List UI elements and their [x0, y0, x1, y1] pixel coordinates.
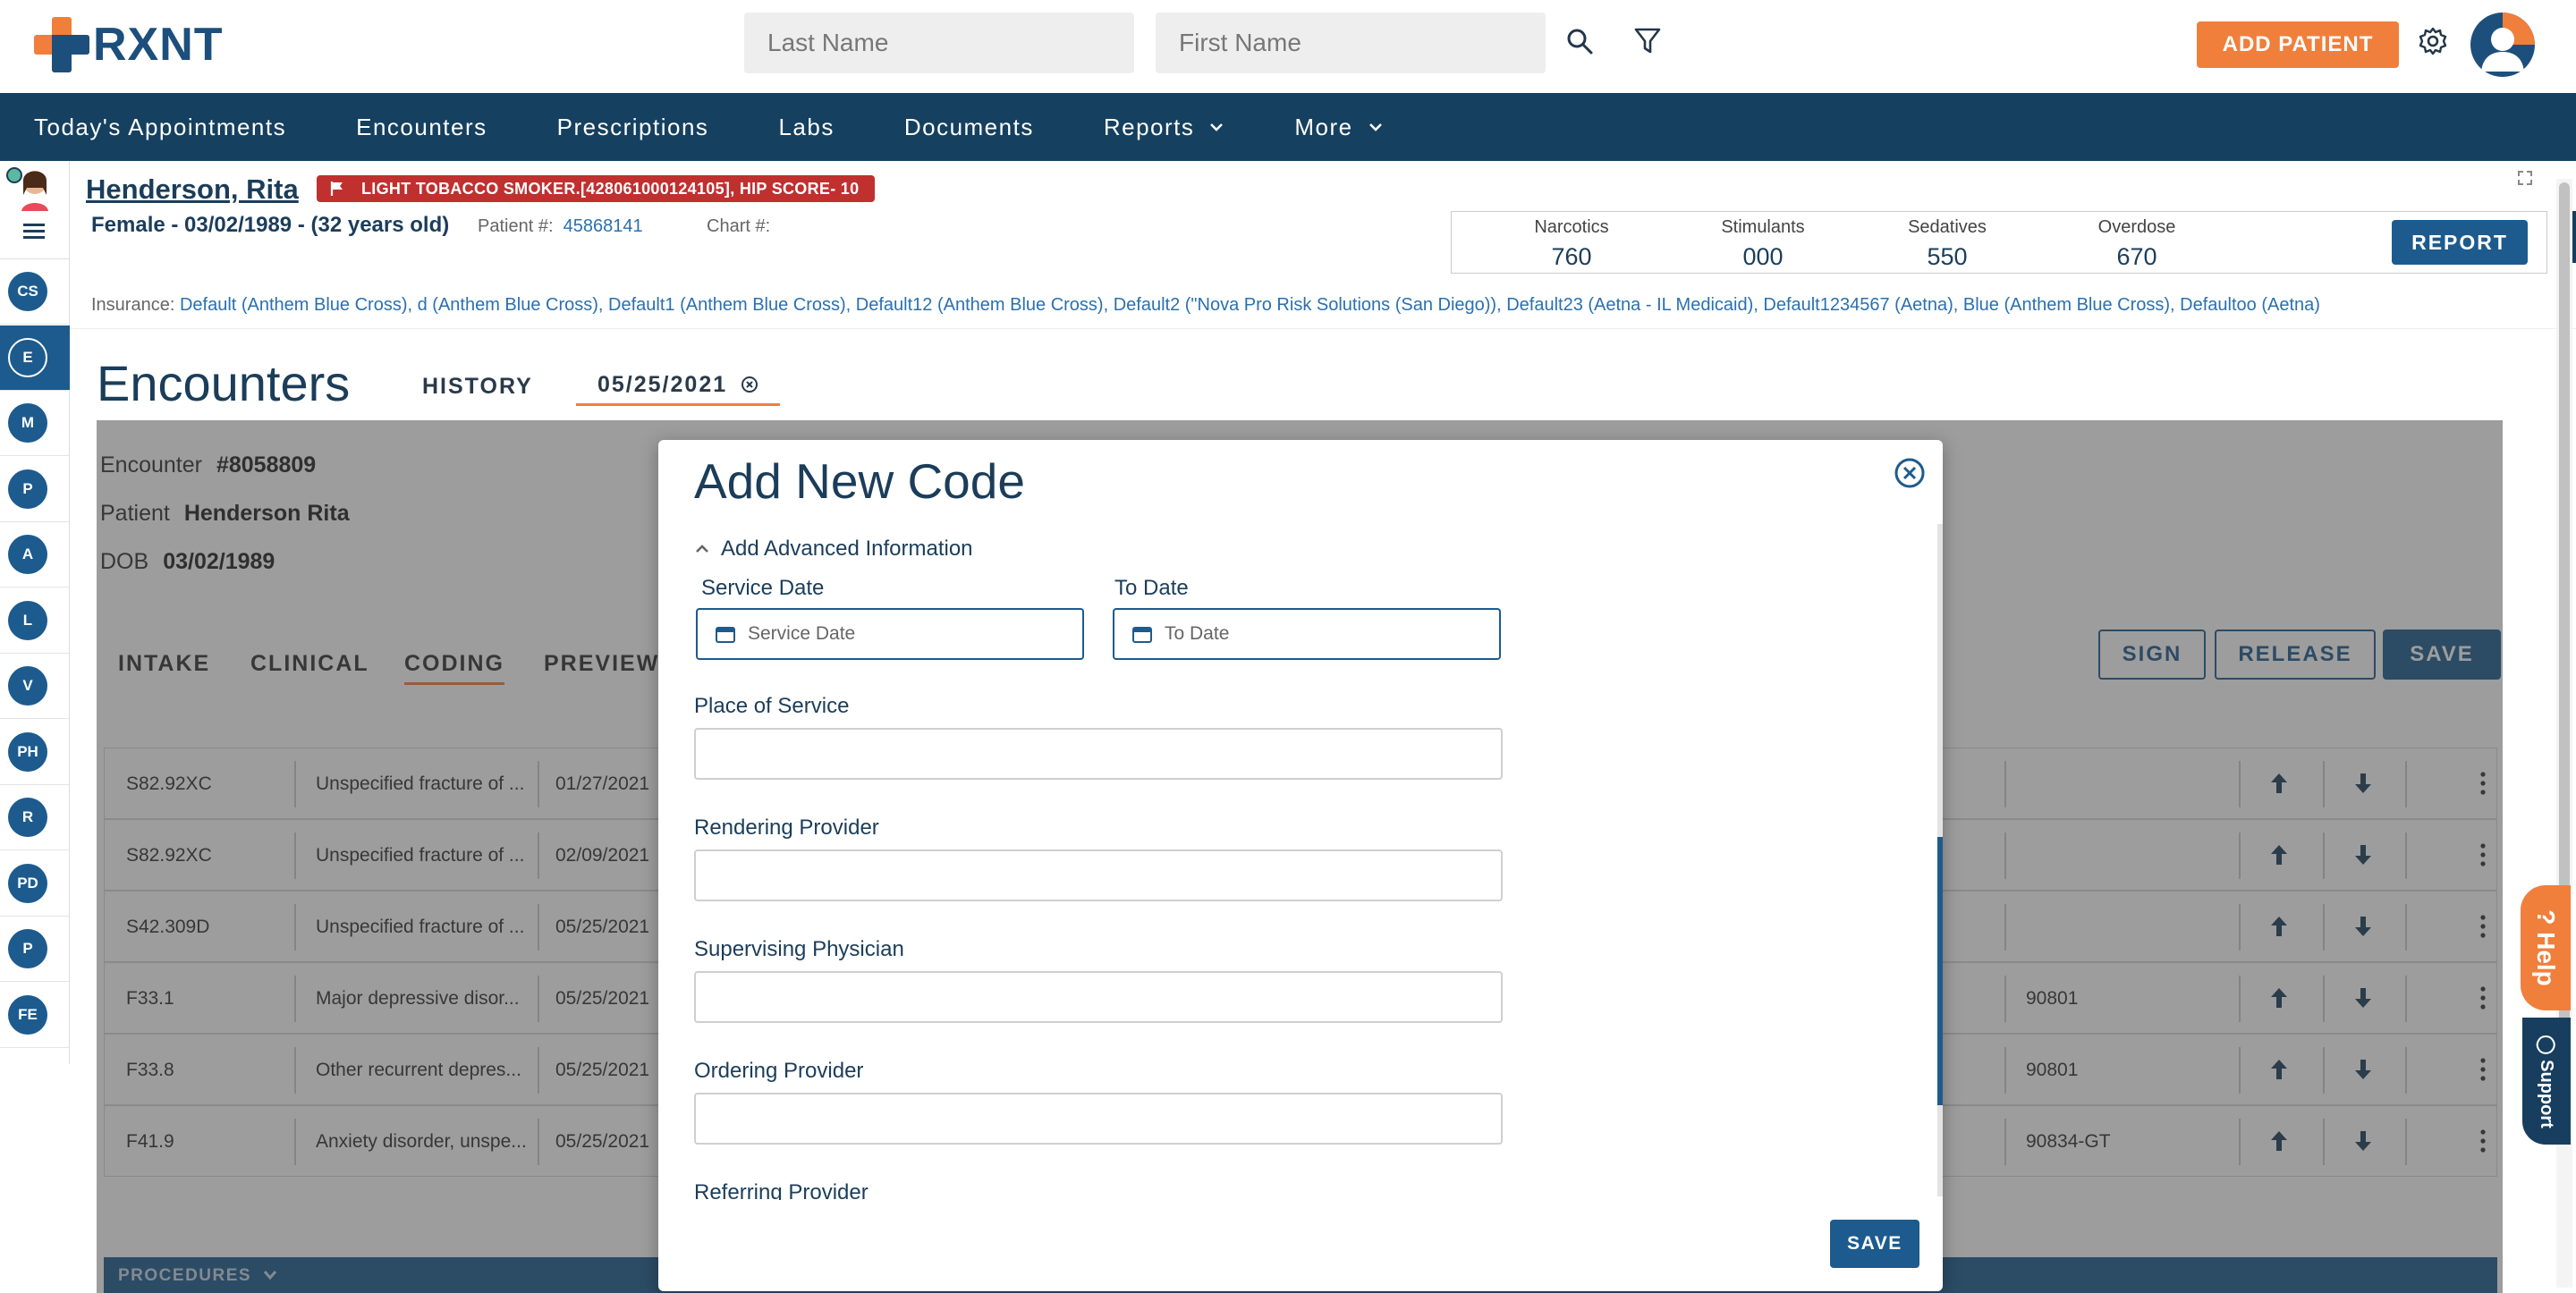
sidebar-item-label: PH: [8, 731, 47, 772]
gear-icon[interactable]: [2411, 20, 2454, 63]
sidebar-item-label: P: [8, 469, 47, 509]
modal-scroll-area[interactable]: Add Advanced Information Service Date To…: [658, 440, 1943, 1200]
sedatives-score: Sedatives 550: [1908, 217, 1987, 270]
calendar-icon: [1132, 627, 1152, 643]
expand-icon[interactable]: [2517, 170, 2533, 186]
close-circle-icon[interactable]: [741, 376, 758, 393]
rxnt-logo[interactable]: RXNT: [34, 16, 224, 73]
chevron-down-icon: [1368, 123, 1382, 131]
to-date-input[interactable]: [1165, 623, 1487, 645]
to-date-label: To Date: [1114, 576, 1189, 600]
patient-number-link[interactable]: 45868141: [564, 216, 643, 236]
overdose-score: Overdose 670: [2097, 217, 2176, 270]
filter-icon[interactable]: [1626, 20, 1669, 63]
calendar-icon: [716, 627, 735, 643]
service-date-label: Service Date: [701, 576, 825, 600]
nav-todays-appointments[interactable]: Today's Appointments: [34, 114, 286, 141]
sidebar-item[interactable]: E: [0, 325, 70, 391]
rendering-provider-input[interactable]: [694, 849, 1503, 901]
supervising-physician-label: Supervising Physician: [694, 937, 904, 961]
modal-scrollbar[interactable]: [1937, 524, 1943, 1196]
sidebar-item-label: L: [8, 600, 47, 640]
place-of-service-label: Place of Service: [694, 694, 850, 718]
ordering-provider-label: Ordering Provider: [694, 1059, 864, 1083]
help-icon: ?: [2532, 909, 2561, 925]
tab-encounter-date[interactable]: 05/25/2021: [576, 368, 781, 406]
patient-banner: Henderson, Rita LIGHT TOBACCO SMOKER.[42…: [70, 161, 2576, 329]
referring-provider-label: Referring Provider: [694, 1180, 869, 1200]
first-name-input[interactable]: [1156, 13, 1546, 73]
nav-more[interactable]: More: [1294, 114, 1383, 141]
nav-prescriptions[interactable]: Prescriptions: [557, 114, 709, 141]
app-header: RXNT ADD PATIENT: [0, 0, 2576, 93]
supervising-physician-input[interactable]: [694, 971, 1503, 1023]
sidebar-item[interactable]: CS: [0, 259, 70, 325]
patient-demographics: Female - 03/02/1989 - (32 years old): [91, 213, 450, 237]
sidebar-item-label: P: [8, 929, 47, 968]
tab-history[interactable]: HISTORY: [422, 374, 533, 400]
add-patient-button[interactable]: ADD PATIENT: [2197, 21, 2399, 68]
sidebar-item-label: CS: [8, 272, 47, 311]
page-title: Encounters: [97, 355, 351, 411]
sidebar-item[interactable]: M: [0, 391, 70, 456]
sidebar-item[interactable]: PH: [0, 720, 70, 785]
service-date-input[interactable]: [748, 623, 1070, 645]
narcotics-score: Narcotics 760: [1534, 217, 1609, 270]
patient-number: Patient #: 45868141: [478, 216, 643, 236]
nav-documents[interactable]: Documents: [904, 114, 1034, 141]
sidebar-item[interactable]: V: [0, 654, 70, 719]
chart-number-label: Chart #:: [707, 216, 771, 236]
place-of-service-input[interactable]: [694, 728, 1503, 780]
sidebar-item[interactable]: L: [0, 588, 70, 654]
rendering-provider-label: Rendering Provider: [694, 816, 879, 840]
pdmp-scores: Narcotics 760 Stimulants 000 Sedatives 550 …: [1451, 211, 2547, 274]
sidebar-item[interactable]: P: [0, 917, 70, 982]
nav-encounters[interactable]: Encounters: [356, 114, 487, 141]
sidebar-item-label: PD: [8, 863, 47, 903]
chevron-down-icon: [1210, 123, 1224, 131]
help-tab[interactable]: ? Help: [2521, 885, 2571, 1010]
user-avatar[interactable]: [2470, 13, 2535, 77]
service-date-field[interactable]: [696, 608, 1084, 660]
patient-name[interactable]: Henderson, Rita: [86, 173, 299, 206]
sidebar-item[interactable]: PD: [0, 851, 70, 917]
patient-flag-badge[interactable]: LIGHT TOBACCO SMOKER.[428061000124105], …: [317, 175, 876, 202]
logo-cross-icon: [34, 17, 89, 72]
sidebar-item-label: V: [8, 666, 47, 706]
nav-labs[interactable]: Labs: [778, 114, 834, 141]
sidebar-item[interactable]: R: [0, 785, 70, 850]
modal-save-button[interactable]: SAVE: [1830, 1220, 1919, 1268]
sidebar-item-label: M: [8, 403, 47, 443]
sidebar-item-label: E: [8, 337, 47, 377]
last-name-input[interactable]: [744, 13, 1134, 73]
logo-text: RXNT: [93, 19, 224, 71]
sidebar-item-label: A: [8, 535, 47, 574]
sidebar-item-label: R: [8, 798, 47, 837]
main-nav: Today's Appointments Encounters Prescrip…: [0, 93, 2576, 161]
to-date-field[interactable]: [1113, 608, 1501, 660]
advanced-info-toggle[interactable]: Add Advanced Information: [694, 537, 973, 562]
insurance-list: Insurance: Default (Anthem Blue Cross), …: [91, 295, 2320, 315]
sidebar-item[interactable]: P: [0, 457, 70, 522]
pdmp-report-button[interactable]: REPORT: [2392, 220, 2528, 265]
chevron-up-icon: [696, 545, 708, 553]
sidebar-item[interactable]: A: [0, 522, 70, 587]
sidebar-item[interactable]: FE: [0, 983, 70, 1048]
ordering-provider-input[interactable]: [694, 1093, 1503, 1145]
chat-bubble-icon: ◯: [2536, 1034, 2556, 1055]
search-icon[interactable]: [1558, 20, 1601, 63]
left-sidebar: CS E M P A L V PH R PD P FE: [0, 161, 70, 1064]
flag-icon: [330, 182, 343, 196]
nav-reports[interactable]: Reports: [1104, 114, 1225, 141]
sidebar-patient-photo[interactable]: [0, 161, 70, 259]
add-new-code-modal: Add New Code Add Advanced Information Se…: [658, 440, 1943, 1291]
stimulants-score: Stimulants 000: [1721, 217, 1805, 270]
insurance-links[interactable]: Default (Anthem Blue Cross), d (Anthem B…: [180, 295, 2320, 315]
sidebar-item-label: FE: [8, 994, 47, 1035]
support-tab[interactable]: ◯ Support: [2522, 1018, 2571, 1145]
